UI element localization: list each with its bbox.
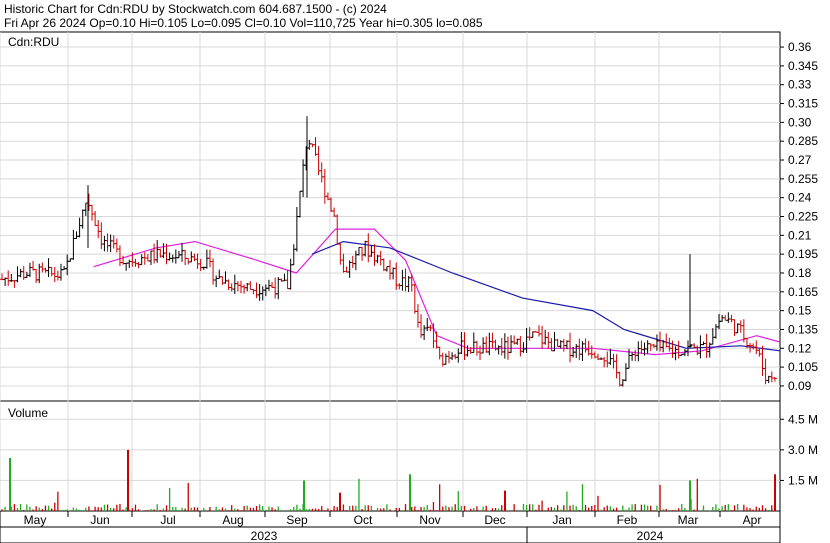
y-tick-label: 0.165 (788, 285, 818, 299)
y-tick-label: 0.09 (788, 379, 812, 393)
y-tick-label: 0.255 (788, 172, 818, 186)
y-tick-label: 0.345 (788, 59, 818, 73)
y-tick-label: 0.36 (788, 40, 812, 54)
x-month-label: May (24, 513, 47, 527)
price-panel-title: Cdn:RDU (8, 35, 59, 49)
x-month-label: Sep (286, 513, 308, 527)
vol-tick-label: 4.5 M (788, 412, 818, 426)
x-month-label: Nov (419, 513, 440, 527)
x-year-label: 2024 (637, 529, 664, 543)
y-tick-label: 0.18 (788, 266, 812, 280)
vol-tick-label: 3.0 M (788, 443, 818, 457)
y-tick-label: 0.21 (788, 228, 812, 242)
month-axis (0, 510, 781, 528)
stock-chart: 0.36 0.345 0.33 0.315 0.30 0.285 0.27 0.255 0.24… (0, 31, 818, 543)
x-month-label: Oct (354, 513, 373, 527)
y-tick-label: 0.105 (788, 360, 818, 374)
y-tick-label: 0.12 (788, 341, 812, 355)
x-month-label: Jan (552, 513, 571, 527)
y-tick-label: 0.24 (788, 191, 812, 205)
y-tick-label: 0.15 (788, 304, 812, 318)
x-month-label: Aug (222, 513, 243, 527)
volume-panel (0, 400, 781, 512)
y-tick-label: 0.285 (788, 134, 818, 148)
x-month-label: Feb (617, 513, 638, 527)
y-tick-label: 0.30 (788, 115, 812, 129)
y-tick-label: 0.195 (788, 247, 818, 261)
x-month-label: Jun (90, 513, 109, 527)
y-tick-label: 0.27 (788, 153, 812, 167)
vol-tick-label: 1.5 M (788, 473, 818, 487)
x-month-label: Apr (743, 513, 762, 527)
x-month-label: Mar (678, 513, 699, 527)
y-tick-label: 0.225 (788, 210, 818, 224)
volume-panel-title: Volume (8, 406, 48, 420)
x-month-label: Jul (160, 513, 175, 527)
x-year-label: 2023 (251, 529, 278, 543)
x-month-label: Dec (484, 513, 505, 527)
y-tick-label: 0.315 (788, 97, 818, 111)
y-tick-label: 0.135 (788, 322, 818, 336)
y-tick-label: 0.33 (788, 78, 812, 92)
